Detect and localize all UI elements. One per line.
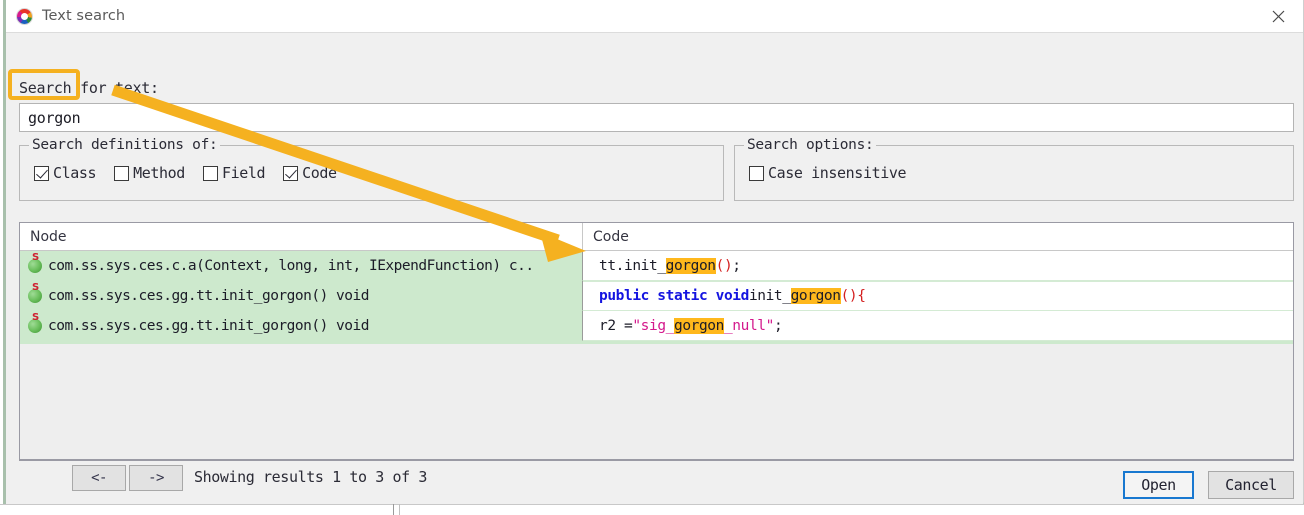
checkbox-field-box[interactable] xyxy=(202,165,218,181)
cell-code[interactable]: public static void init_ gorgon() { xyxy=(583,281,1293,311)
previous-page-button[interactable]: <- xyxy=(72,465,126,491)
checkbox-class-label: Class xyxy=(53,164,97,182)
close-icon[interactable] xyxy=(1254,0,1303,32)
code-token: ; xyxy=(773,317,783,334)
code-token: () xyxy=(840,288,858,304)
code-token-string: _null" xyxy=(723,317,774,334)
search-input[interactable] xyxy=(19,103,1294,132)
pager: <- -> Showing results 1 to 3 of 3 xyxy=(19,465,1294,495)
column-header-node[interactable]: Node xyxy=(20,223,583,250)
window-title: Text search xyxy=(42,8,126,24)
checkbox-code-box[interactable] xyxy=(283,165,299,181)
checkbox-case-insensitive[interactable]: Case insensitive xyxy=(749,164,906,182)
code-token: tt.init_ xyxy=(599,257,666,274)
background-bottom-tick xyxy=(393,504,394,515)
table-row[interactable]: com.ss.sys.ces.c.a(Context, long, int, I… xyxy=(20,251,1293,281)
search-options-legend: Search options: xyxy=(744,137,877,153)
search-definitions-legend: Search definitions of: xyxy=(29,137,221,153)
code-token: ; xyxy=(732,257,741,274)
code-token: r2 = xyxy=(599,317,633,334)
checkbox-method-label: Method xyxy=(133,164,185,182)
checkbox-method[interactable]: Method xyxy=(114,164,185,182)
background-bottom-strip xyxy=(0,504,1304,515)
text-search-dialog: Text search Search for text: Search defi… xyxy=(3,0,1304,505)
results-table[interactable]: Node Code com.ss.sys.ces.c.a(Context, lo… xyxy=(19,222,1294,461)
search-label: Search for text: xyxy=(19,79,159,97)
code-token-highlight: gorgon xyxy=(665,257,716,274)
code-token: () xyxy=(715,257,733,274)
checkbox-code-label: Code xyxy=(302,164,337,182)
next-page-button[interactable]: -> xyxy=(129,465,183,491)
cell-code[interactable]: r2 = "sig_ gorgon _null"; xyxy=(583,311,1293,341)
search-options-group: Search options: Case insensitive xyxy=(734,137,1294,201)
results-table-header: Node Code xyxy=(20,223,1293,251)
checkbox-method-box[interactable] xyxy=(114,165,130,181)
code-token-keyword: public static void xyxy=(599,288,749,304)
checkbox-case-insensitive-label: Case insensitive xyxy=(768,164,907,182)
cell-node[interactable]: com.ss.sys.ces.gg.tt.init_gorgon() void xyxy=(20,281,583,311)
node-text: com.ss.sys.ces.gg.tt.init_gorgon() void xyxy=(48,317,369,334)
table-row[interactable]: com.ss.sys.ces.gg.tt.init_gorgon() void … xyxy=(20,311,1293,341)
checkbox-class[interactable]: Class xyxy=(34,164,97,182)
code-token-highlight: gorgon xyxy=(790,288,841,304)
code-token: init_ xyxy=(748,288,791,304)
dialog-body: Search for text: Search definitions of: … xyxy=(6,33,1303,504)
checkbox-field[interactable]: Field xyxy=(202,164,266,182)
table-empty-area xyxy=(20,344,1293,434)
cell-node[interactable]: com.ss.sys.ces.gg.tt.init_gorgon() void xyxy=(20,311,583,341)
options-checkbox-row: Case insensitive xyxy=(749,164,924,182)
checkbox-code[interactable]: Code xyxy=(283,164,337,182)
screen: Text search Search for text: Search defi… xyxy=(0,0,1304,515)
cancel-button[interactable]: Cancel xyxy=(1208,471,1294,499)
checkbox-case-insensitive-box[interactable] xyxy=(749,165,764,181)
jadx-app-icon xyxy=(16,7,33,25)
open-button[interactable]: Open xyxy=(1123,471,1194,499)
static-method-icon xyxy=(28,283,42,303)
cell-code[interactable]: tt.init_ gorgon(); xyxy=(583,251,1293,281)
code-token: { xyxy=(857,288,866,304)
code-token-string: "sig_ xyxy=(632,317,674,334)
checkbox-field-label: Field xyxy=(221,164,266,182)
code-token-highlight: gorgon xyxy=(673,317,724,334)
background-bottom-tick-2 xyxy=(399,504,400,515)
table-row[interactable]: com.ss.sys.ces.gg.tt.init_gorgon() void … xyxy=(20,281,1293,311)
definitions-checkbox-row: Class Method Field Code xyxy=(34,164,355,182)
static-method-icon xyxy=(28,253,42,273)
static-method-icon xyxy=(28,313,42,333)
node-text: com.ss.sys.ces.c.a(Context, long, int, I… xyxy=(48,257,534,274)
cell-node[interactable]: com.ss.sys.ces.c.a(Context, long, int, I… xyxy=(20,251,583,281)
node-text: com.ss.sys.ces.gg.tt.init_gorgon() void xyxy=(48,287,369,304)
search-definitions-group: Search definitions of: Class Method Fiel… xyxy=(19,137,724,201)
results-status-text: Showing results 1 to 3 of 3 xyxy=(194,468,428,486)
title-bar: Text search xyxy=(6,0,1303,33)
checkbox-class-box[interactable] xyxy=(34,165,49,181)
column-header-code[interactable]: Code xyxy=(583,223,1293,250)
